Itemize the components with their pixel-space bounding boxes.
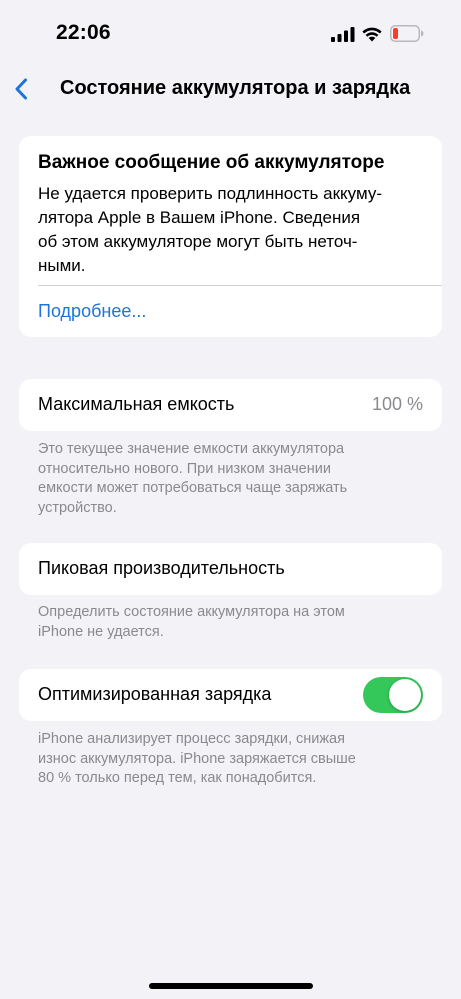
alert-title: Важное сообщение об аккумуляторе (38, 152, 385, 173)
divider (38, 285, 442, 286)
footnote-line: относительно нового. При низком значении (38, 460, 331, 477)
alert-message-line: ными. (38, 256, 86, 275)
back-button[interactable] (6, 74, 36, 104)
navigation-bar: Состояние аккумулятора и зарядка (0, 66, 461, 112)
footnote-line: износ аккумулятора. iPhone заряжается св… (38, 750, 356, 767)
battery-alert-card: Важное сообщение об аккумуляторе Не удае… (19, 136, 442, 337)
max-capacity-footnote: Это текущее значение емкости аккумулятор… (38, 440, 428, 518)
toggle-knob (389, 679, 421, 711)
footnote-line: Это текущее значение емкости аккумулятор… (38, 441, 345, 457)
battery-low-icon (390, 25, 424, 42)
home-indicator[interactable] (149, 983, 313, 989)
peak-performance-footnote: Определить состояние аккумулятора на это… (38, 603, 428, 642)
learn-more-link[interactable]: Подробнее... (38, 301, 146, 322)
wifi-icon (362, 27, 382, 42)
max-capacity-label: Максимальная емкость (38, 394, 235, 414)
optimized-charging-footnote: iPhone анализирует процесс зарядки, сниж… (38, 730, 428, 789)
footnote-line: устройство. (38, 499, 117, 516)
footnote-line: емкости может потребоваться чаще заряжат… (38, 480, 348, 496)
alert-message: Не удается проверить подлинность аккуму-… (38, 182, 423, 278)
footnote-line: iPhone анализирует процесс зарядки, сниж… (38, 731, 345, 747)
status-bar: 22:06 (0, 0, 461, 66)
page-title: Состояние аккумулятора и зарядка (60, 77, 411, 99)
optimized-charging-row: Оптимизированная зарядка (19, 669, 442, 721)
alert-message-line: Не удается проверить подлинность аккуму- (38, 184, 382, 203)
peak-performance-row: Пиковая производительность (19, 543, 442, 595)
status-time: 22:06 (56, 21, 111, 44)
max-capacity-value: 100 % (371, 394, 423, 414)
alert-message-line: об этом аккумуляторе могут быть неточ- (38, 232, 358, 251)
optimized-charging-label: Оптимизированная зарядка (38, 684, 272, 704)
chevron-left-icon (15, 78, 27, 100)
peak-performance-label: Пиковая производительность (38, 558, 285, 578)
footnote-line: Определить состояние аккумулятора на это… (38, 604, 345, 620)
max-capacity-row: Максимальная емкость 100 % (19, 379, 442, 431)
optimized-charging-toggle[interactable] (363, 677, 423, 713)
cellular-signal-icon (331, 27, 355, 42)
footnote-line: 80 % только перед тем, как понадобится. (38, 770, 317, 786)
footnote-line: iPhone не удается. (38, 623, 164, 640)
alert-message-line: лятора Apple в Вашем iPhone. Сведения (38, 208, 361, 227)
